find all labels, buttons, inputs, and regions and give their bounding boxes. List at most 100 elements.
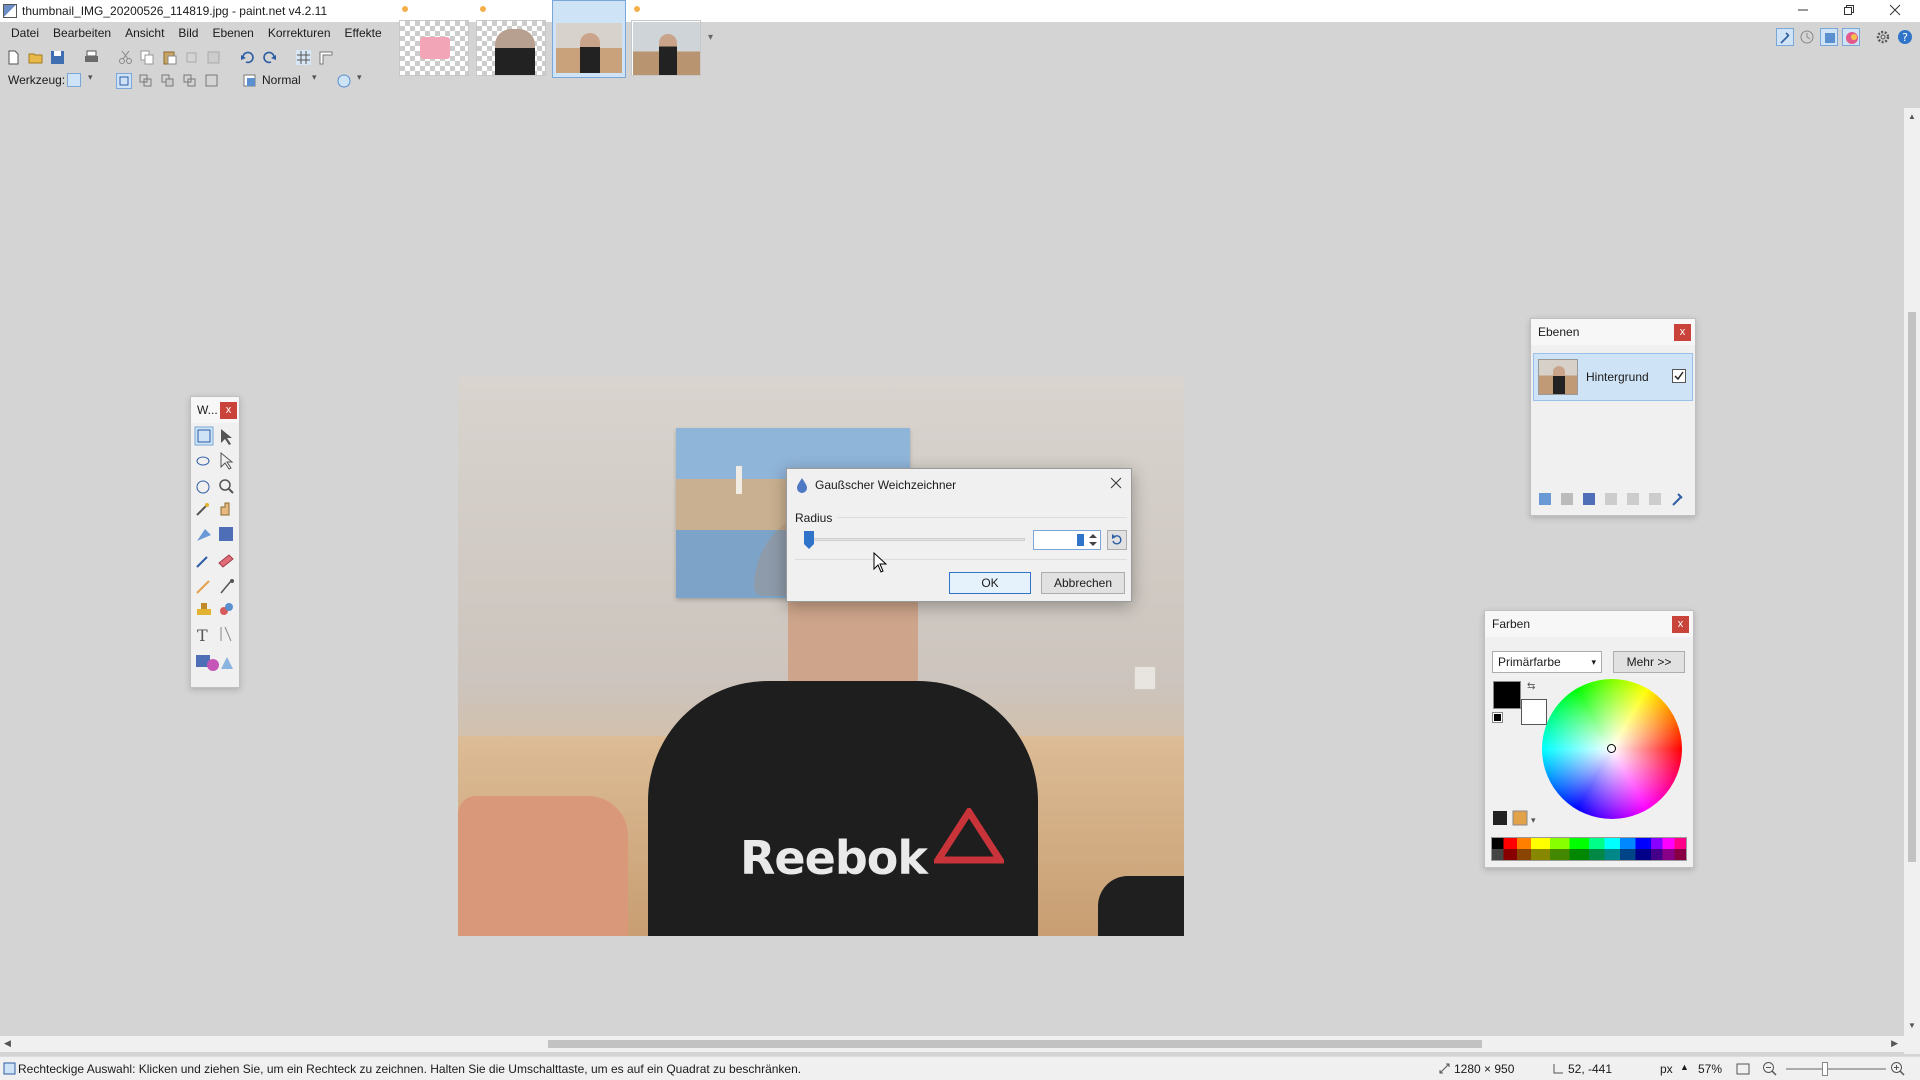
radius-slider-thumb[interactable] (803, 530, 815, 550)
rectangle-select-icon (3, 1062, 16, 1075)
layers-panel-close-button[interactable]: x (1674, 324, 1691, 341)
menu-layers[interactable]: Ebenen (205, 22, 260, 44)
blend-mode-icon (243, 74, 256, 87)
shirt-logo-text: Reebok (740, 831, 928, 885)
tools-panel-close-button[interactable]: x (220, 402, 237, 419)
main-toolbar (0, 44, 400, 68)
svg-text:▾: ▾ (1531, 816, 1536, 826)
dark-object-right (1098, 876, 1184, 936)
color-wheel[interactable] (1542, 679, 1682, 819)
horizontal-scrollbar[interactable]: ◀ ▶ (0, 1036, 1904, 1052)
menu-view[interactable]: Ansicht (118, 22, 171, 44)
layers-panel-actions (1539, 493, 1683, 506)
selection-mode-replace-icon[interactable] (116, 73, 132, 89)
radius-reset-button[interactable] (1107, 530, 1127, 550)
primary-color-swatch[interactable] (1493, 681, 1521, 709)
ok-button[interactable]: OK (949, 572, 1031, 594)
units-chevron-up-icon[interactable]: ▲ (1680, 1062, 1689, 1072)
radius-spinner-icon[interactable] (1087, 532, 1099, 548)
open-folder-icon[interactable] (28, 50, 43, 65)
move-layer-down-icon (1649, 493, 1661, 505)
close-button[interactable] (1872, 0, 1918, 22)
antialiasing-chevron-icon[interactable]: ▾ (357, 72, 362, 83)
minimize-button[interactable] (1780, 0, 1826, 22)
light-switch (1134, 666, 1156, 690)
menu-edit[interactable]: Bearbeiten (46, 22, 118, 44)
layer-row-background[interactable]: Hintergrund (1533, 353, 1693, 401)
reset-colors-icon[interactable] (1492, 712, 1503, 723)
radius-slider-track[interactable] (805, 538, 1025, 541)
help-icon[interactable]: ? (1896, 28, 1914, 46)
restore-button[interactable] (1826, 0, 1872, 22)
print-icon[interactable] (84, 50, 99, 65)
new-file-icon[interactable] (6, 50, 21, 65)
menu-image[interactable]: Bild (171, 22, 205, 44)
swap-colors-icon[interactable]: ⇆ (1527, 681, 1535, 692)
vertical-scrollbar[interactable]: ▲ ▼ (1904, 108, 1920, 1054)
layers-window-toggle-icon[interactable] (1820, 28, 1838, 46)
selection-mode-intersect-icon[interactable] (182, 73, 198, 89)
zoom-fit-icon[interactable] (1736, 1062, 1750, 1076)
radius-value-input[interactable] (1033, 530, 1101, 550)
menu-effects[interactable]: Effekte (338, 22, 389, 44)
cancel-button[interactable]: Abbrechen (1041, 572, 1125, 594)
photo-thumb (556, 23, 622, 73)
copy-icon[interactable] (140, 50, 155, 65)
vertical-scroll-thumb[interactable] (1908, 312, 1916, 862)
photo-canvas[interactable]: Reebok (458, 376, 1184, 936)
pixel-grid-icon[interactable] (296, 50, 311, 65)
zoom-out-icon[interactable] (1762, 1061, 1778, 1077)
settings-gear-icon[interactable] (1874, 28, 1892, 46)
redo-icon[interactable] (262, 50, 277, 65)
save-icon[interactable] (50, 50, 65, 65)
blend-mode-chevron-icon[interactable]: ▾ (312, 72, 317, 83)
color-wheel-cursor[interactable] (1607, 744, 1616, 753)
menu-adjustments[interactable]: Korrekturen (261, 22, 338, 44)
secondary-color-swatch[interactable] (1521, 699, 1547, 725)
colors-panel-close-button[interactable]: x (1672, 616, 1689, 633)
zoom-slider-thumb[interactable] (1822, 1062, 1828, 1076)
color-target-select[interactable]: Primärfarbe ▾ (1492, 651, 1602, 673)
zoom-in-icon[interactable] (1890, 1061, 1906, 1077)
paste-icon[interactable] (162, 50, 177, 65)
close-icon (1889, 4, 1901, 16)
zoom-slider-track[interactable] (1786, 1068, 1886, 1070)
more-colors-button[interactable]: Mehr >> (1613, 651, 1685, 673)
cursor-position-readout: 52, -441 (1568, 1062, 1613, 1076)
antialiasing-icon[interactable] (336, 73, 352, 89)
menu-file[interactable]: Datei (4, 22, 46, 44)
layer-properties-icon (1672, 493, 1683, 506)
blend-mode-value[interactable]: Normal (262, 73, 301, 87)
deselect-icon[interactable] (206, 50, 221, 65)
pink-shape-thumb (420, 37, 450, 59)
thumbnails-overflow-chevron-icon[interactable]: ▾ (708, 32, 713, 43)
current-tool-rectangle-select-icon[interactable] (67, 73, 81, 87)
undo-icon[interactable] (240, 50, 255, 65)
colors-panel-title: Farben (1485, 611, 1693, 637)
cut-icon[interactable] (118, 50, 133, 65)
selection-mode-exclude-icon[interactable] (160, 73, 176, 89)
history-window-toggle-icon[interactable] (1798, 28, 1816, 46)
add-layer-icon (1539, 493, 1551, 505)
radius-separator (837, 517, 1127, 518)
selection-mode-union-icon[interactable] (138, 73, 154, 89)
tools-window-toggle-icon[interactable] (1776, 28, 1794, 46)
units-selector[interactable]: px (1660, 1062, 1673, 1076)
color-palette[interactable] (1491, 837, 1687, 861)
dialog-close-icon[interactable] (1110, 477, 1122, 489)
chevron-down-icon: ▾ (1591, 657, 1596, 667)
tool-dropdown-chevron-icon[interactable]: ▾ (88, 72, 93, 83)
layer-visibility-checkbox[interactable] (1672, 369, 1686, 383)
image-tab-3-active[interactable] (552, 0, 626, 78)
colors-window-toggle-icon[interactable] (1842, 28, 1860, 46)
zoom-readout[interactable]: 57% (1698, 1062, 1722, 1076)
crop-to-selection-icon[interactable] (184, 50, 199, 65)
scroll-right-arrow-icon[interactable]: ▶ (1891, 1038, 1898, 1049)
selection-mode-xor-icon[interactable] (204, 73, 220, 89)
image-size-icon (1439, 1063, 1450, 1074)
horizontal-scroll-thumb[interactable] (548, 1040, 1482, 1048)
scroll-down-arrow-icon[interactable]: ▼ (1908, 1021, 1916, 1030)
scroll-left-arrow-icon[interactable]: ◀ (4, 1038, 11, 1049)
scroll-up-arrow-icon[interactable]: ▲ (1908, 112, 1916, 121)
rulers-icon[interactable] (318, 50, 333, 65)
